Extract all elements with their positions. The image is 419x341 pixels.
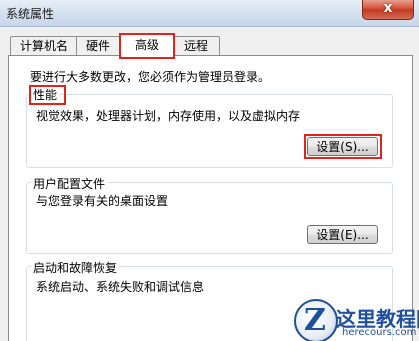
system-properties-window: 系统属性 x 计算机名 硬件 高级 远程 要进行大多数更改，您必须作为管理员登录… — [0, 0, 419, 341]
tab-strip: 计算机名 硬件 高级 远程 — [8, 34, 412, 57]
advanced-tab-highlight — [119, 33, 175, 59]
close-button[interactable]: x — [362, 0, 414, 20]
site-logo-icon: Z — [294, 299, 338, 341]
performance-description: 视觉效果，处理器计划，内存使用，以及虚拟内存 — [36, 109, 301, 123]
user-profiles-description: 与您登录有关的桌面设置 — [36, 194, 169, 208]
title-bar[interactable]: 系统属性 x — [0, 0, 419, 27]
tab-computer-name[interactable]: 计算机名 — [10, 36, 78, 55]
user-profiles-title: 用户配置文件 — [31, 175, 108, 192]
tab-remote[interactable]: 远程 — [172, 36, 220, 55]
admin-notice: 要进行大多数更改，您必须作为管理员登录。 — [30, 70, 271, 84]
user-profiles-settings-button[interactable]: 设置(E)... — [307, 225, 378, 244]
site-watermark: Z 这里教程网 herecours.com — [292, 287, 419, 341]
performance-title-highlight — [29, 85, 66, 105]
performance-button-highlight — [304, 134, 382, 159]
close-icon: x — [383, 0, 393, 16]
logo-letter: Z — [304, 303, 326, 338]
tab-hardware[interactable]: 硬件 — [76, 36, 120, 55]
site-url: herecours.com — [342, 327, 417, 338]
startup-recovery-title: 启动和故障恢复 — [31, 259, 120, 276]
window-title: 系统属性 — [6, 7, 55, 21]
startup-recovery-description: 系统启动、系统失败和调试信息 — [36, 280, 205, 294]
